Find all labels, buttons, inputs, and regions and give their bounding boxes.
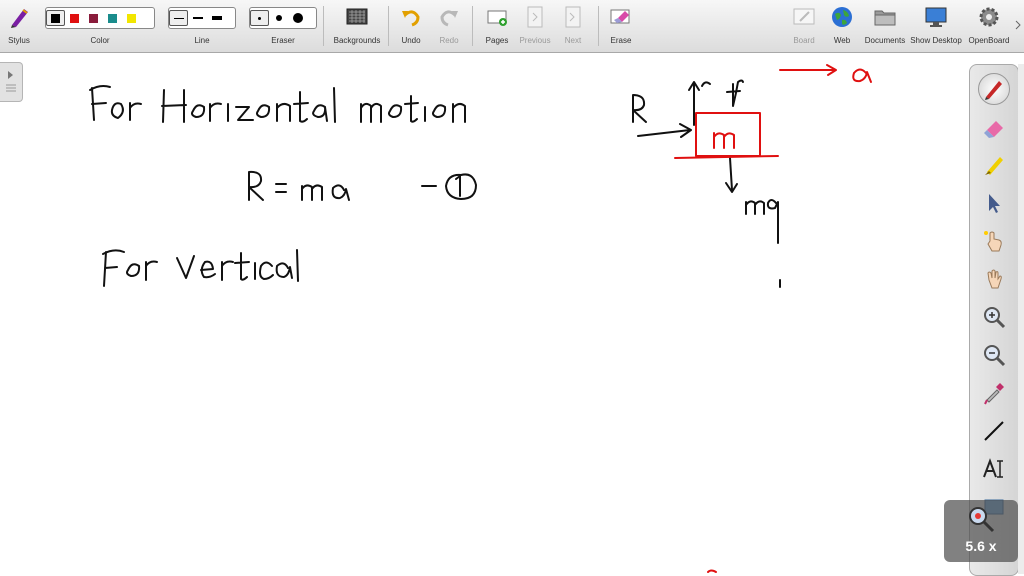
- board-icon: [792, 5, 816, 29]
- undo-button[interactable]: Undo: [396, 0, 426, 52]
- show-desktop-button[interactable]: Show Desktop: [910, 0, 962, 52]
- eraser-group: Eraser: [249, 0, 317, 52]
- pen-tool[interactable]: [978, 73, 1010, 105]
- handwriting-vertical: [102, 249, 299, 287]
- backgrounds-button[interactable]: Backgrounds: [330, 0, 384, 52]
- line-tool[interactable]: [978, 415, 1010, 447]
- whiteboard-canvas[interactable]: [0, 52, 1024, 576]
- line-group: Line: [168, 0, 236, 52]
- undo-icon: [399, 5, 423, 29]
- zoom-magnifier-icon: [969, 507, 995, 533]
- redo-icon: [437, 5, 461, 29]
- toolbar-divider: [388, 6, 389, 46]
- toolbar-expand-icon[interactable]: [1014, 18, 1022, 30]
- zoom-level: 5.6 x: [965, 538, 997, 554]
- color-group: Color: [45, 0, 155, 52]
- toolbar-divider: [323, 6, 324, 46]
- show-desktop-label: Show Desktop: [910, 36, 962, 45]
- zoom-out-tool[interactable]: [978, 339, 1010, 371]
- hand-tool[interactable]: [978, 263, 1010, 295]
- web-label: Web: [833, 36, 851, 45]
- web-button[interactable]: Web: [826, 0, 858, 52]
- toolbar-divider: [598, 6, 599, 46]
- pages-label: Pages: [485, 36, 509, 45]
- text-tool[interactable]: [978, 453, 1010, 485]
- previous-label: Previous: [519, 36, 551, 45]
- backgrounds-icon: [345, 5, 369, 29]
- selector-tool[interactable]: [978, 187, 1010, 219]
- next-label: Next: [564, 36, 582, 45]
- laser-pointer-icon: [984, 231, 1002, 252]
- backgrounds-label: Backgrounds: [333, 36, 381, 45]
- next-page-icon: [561, 5, 585, 29]
- erase-board-icon: [609, 5, 633, 29]
- laser-tool[interactable]: [978, 377, 1010, 409]
- pages-button[interactable]: Pages: [480, 0, 514, 52]
- eraser-icon: [984, 121, 1003, 138]
- documents-label: Documents: [864, 36, 906, 45]
- handwriting-equation-1: [248, 170, 477, 201]
- stylus-label: Stylus: [8, 36, 30, 45]
- previous-button[interactable]: Previous: [516, 0, 554, 52]
- toolbar-divider: [472, 6, 473, 46]
- main-toolbar: Stylus Color Line Eraser Backgrounds Und…: [0, 0, 1024, 53]
- openboard-label: OpenBoard: [968, 36, 1010, 45]
- handwriting-diagram-black: [632, 79, 781, 288]
- zoom-indicator: 5.6 x: [944, 500, 1018, 562]
- pen-icon: [985, 81, 1002, 100]
- monitor-icon: [924, 5, 948, 29]
- hand-icon: [987, 269, 1002, 289]
- next-button[interactable]: Next: [556, 0, 590, 52]
- pipette-icon: [984, 383, 1004, 405]
- stylus-icon: [7, 5, 31, 29]
- undo-label: Undo: [401, 36, 421, 45]
- handwriting-horizontal-motion: [89, 85, 466, 123]
- erase-button[interactable]: Erase: [604, 0, 638, 52]
- openboard-button[interactable]: OpenBoard: [966, 0, 1012, 52]
- pointer-icon: [989, 194, 1000, 213]
- documents-button[interactable]: Documents: [862, 0, 908, 52]
- redo-button[interactable]: Redo: [434, 0, 464, 52]
- folder-icon: [873, 5, 897, 29]
- eraser-label: Eraser: [271, 36, 295, 45]
- zoom-in-icon: [984, 307, 1006, 329]
- line-label: Line: [194, 36, 210, 45]
- stylus-button[interactable]: Stylus: [0, 0, 38, 52]
- board-label: Board: [793, 36, 815, 45]
- gear-icon: [977, 5, 1001, 29]
- text-tool-icon: [983, 458, 1003, 478]
- color-label: Color: [90, 36, 110, 45]
- redo-label: Redo: [439, 36, 459, 45]
- interact-tool[interactable]: [978, 225, 1010, 257]
- line-icon: [984, 421, 1004, 441]
- highlighter-icon: [985, 157, 1003, 175]
- zoom-in-tool[interactable]: [978, 301, 1010, 333]
- handwriting-diagram-red: [674, 64, 872, 573]
- previous-page-icon: [523, 5, 547, 29]
- erase-label: Erase: [610, 36, 632, 45]
- add-page-icon: [485, 5, 509, 29]
- eraser-tool[interactable]: [978, 111, 1010, 143]
- right-scrollbar[interactable]: [1018, 64, 1024, 574]
- zoom-out-icon: [984, 345, 1006, 367]
- highlighter-tool[interactable]: [978, 149, 1010, 181]
- globe-icon: [830, 5, 854, 29]
- board-button[interactable]: Board: [788, 0, 820, 52]
